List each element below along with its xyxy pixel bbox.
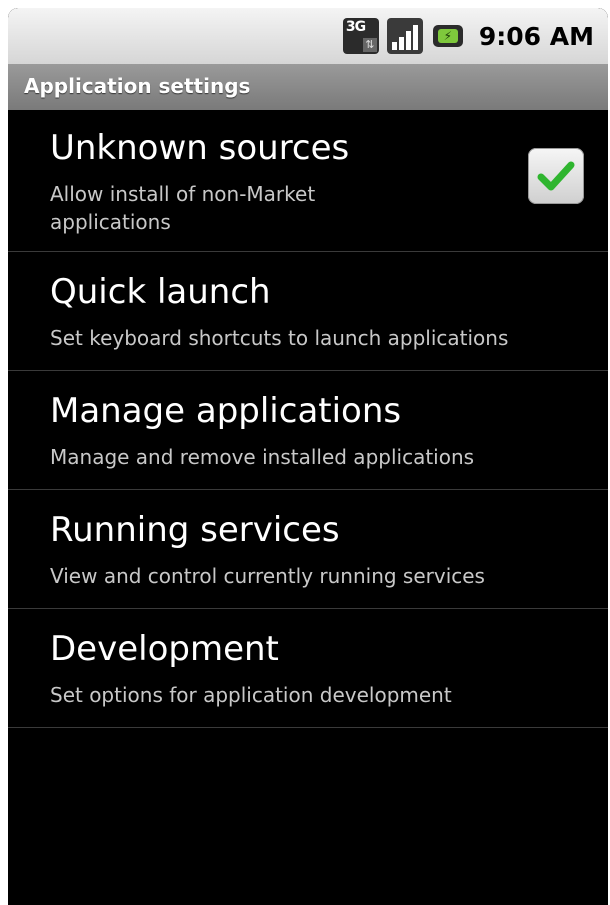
status-clock: 9:06 AM [478,21,594,51]
data-arrows-icon: ⇅ [362,38,377,52]
setting-title: Quick launch [50,272,271,312]
status-bar: 3G ⇅ ⚡ 9:06 AM [8,8,608,64]
phone-screen: 3G ⇅ ⚡ 9:06 AM Application settings Unkn… [8,8,608,905]
device-frame: 3G ⇅ ⚡ 9:06 AM Application settings Unkn… [0,0,610,905]
page-title: Application settings [24,74,251,98]
setting-running-services[interactable]: Running services View and control curren… [8,490,608,609]
setting-summary: Allow install of non-Market applications [50,182,316,234]
network-type-label: 3G [345,19,366,35]
setting-title: Manage applications [50,391,402,431]
setting-manage-applications[interactable]: Manage applications Manage and remove in… [8,371,608,490]
settings-list: Unknown sources Allow install of non-Mar… [8,110,608,728]
setting-title: Unknown sources [50,128,350,168]
setting-unknown-sources[interactable]: Unknown sources Allow install of non-Mar… [8,110,608,252]
checkmark-icon [537,161,575,191]
setting-summary: Set keyboard shortcuts to launch applica… [50,326,509,350]
setting-summary: Manage and remove installed applications [50,445,475,469]
unknown-sources-checkbox[interactable] [528,148,584,204]
3g-data-icon: 3G ⇅ [342,18,379,54]
setting-title: Running services [50,510,340,550]
setting-title: Development [50,629,279,669]
status-icons: 3G ⇅ ⚡ 9:06 AM [342,14,594,58]
setting-summary: Set options for application development [50,683,452,707]
setting-summary: View and control currently running servi… [50,564,485,588]
battery-icon: ⚡ [431,18,465,54]
setting-quick-launch[interactable]: Quick launch Set keyboard shortcuts to l… [8,252,608,371]
title-bar: Application settings [8,64,608,110]
setting-development[interactable]: Development Set options for application … [8,609,608,728]
signal-icon [386,18,423,54]
